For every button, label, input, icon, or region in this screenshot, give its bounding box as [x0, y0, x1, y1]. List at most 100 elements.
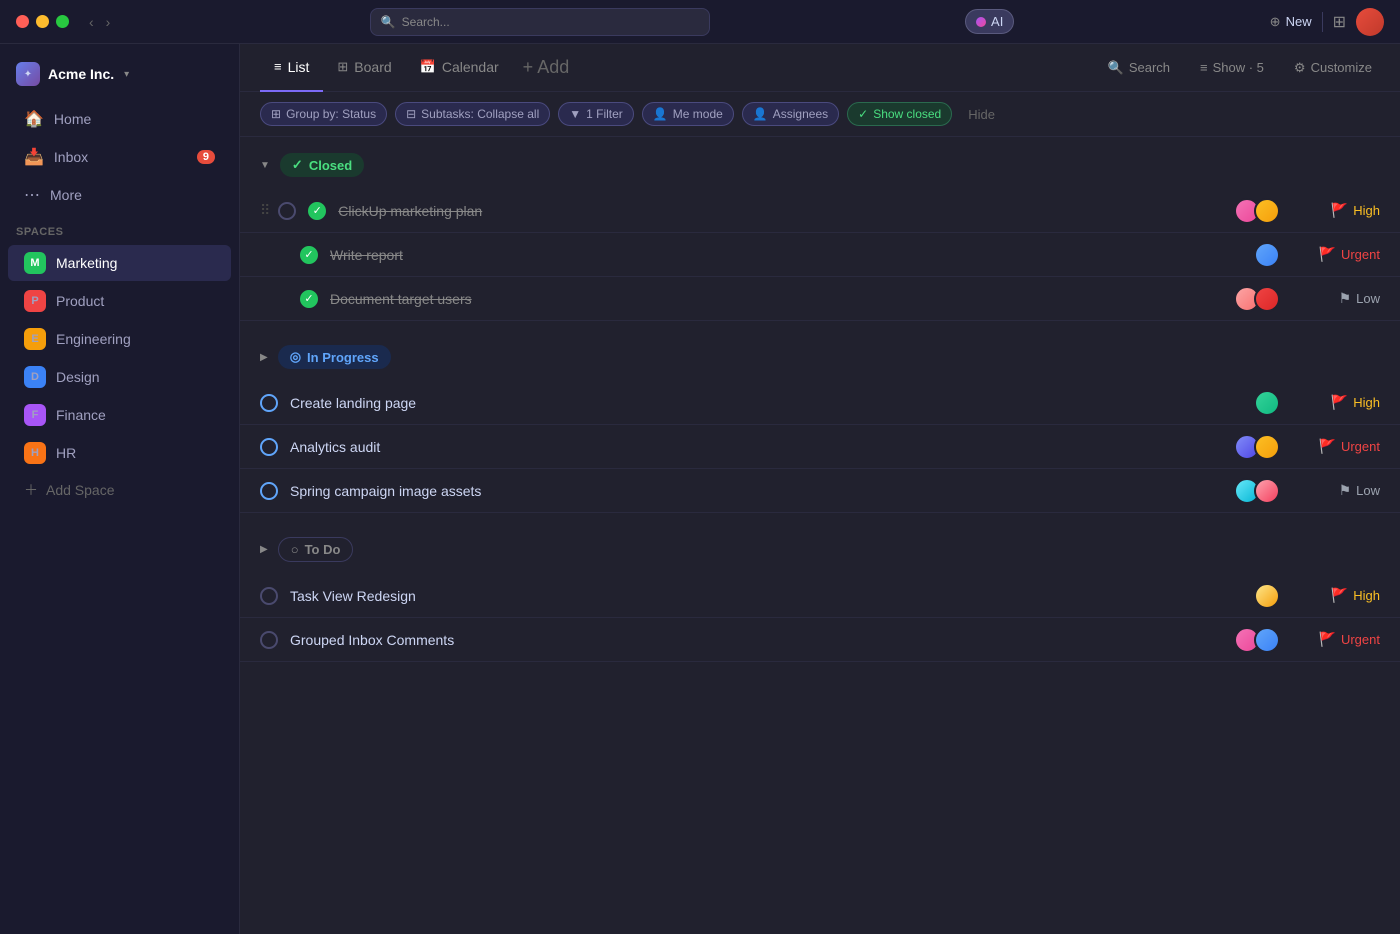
user-avatar[interactable] [1356, 8, 1384, 36]
task-status-in-progress[interactable] [260, 482, 278, 500]
filter-chip[interactable]: ▼ 1 Filter [558, 102, 634, 126]
filter-icon: ▼ [569, 107, 581, 121]
engineering-dot: E [24, 328, 46, 350]
workspace-header[interactable]: ✦ Acme Inc. ▾ [0, 56, 239, 100]
hide-button[interactable]: Hide [960, 103, 1003, 126]
subtasks-chip[interactable]: ⊟ Subtasks: Collapse all [395, 102, 550, 126]
workspace-name: Acme Inc. [48, 66, 114, 82]
table-row[interactable]: ✓ Document target users ⚑ Low [240, 277, 1400, 321]
sidebar-item-engineering[interactable]: E Engineering [8, 321, 231, 357]
closed-group-badge: ✓ Closed [280, 153, 364, 177]
fullscreen-button[interactable] [56, 15, 69, 28]
sidebar-item-design[interactable]: D Design [8, 359, 231, 395]
priority-flag-icon: 🚩 [1319, 631, 1336, 648]
table-row[interactable]: Analytics audit 🚩 Urgent [240, 425, 1400, 469]
table-row[interactable]: Spring campaign image assets ⚑ Low [240, 469, 1400, 513]
task-assignees [1254, 583, 1280, 609]
close-button[interactable] [16, 15, 29, 28]
customize-action-label: Customize [1311, 60, 1372, 75]
me-mode-chip[interactable]: 👤 Me mode [642, 102, 734, 126]
task-list: ▼ ✓ Closed ⠿ ✓ ClickUp marketing plan 🚩 [240, 137, 1400, 934]
subtasks-icon: ⊟ [406, 107, 416, 121]
customize-action-icon: ⚙ [1294, 60, 1306, 76]
task-name: Document target users [330, 291, 1234, 307]
grid-icon[interactable]: ⊞ [1333, 12, 1346, 32]
me-mode-label: Me mode [673, 107, 723, 121]
task-priority: 🚩 Urgent [1300, 246, 1380, 263]
priority-flag-icon: 🚩 [1319, 246, 1336, 263]
task-assignees [1234, 627, 1280, 653]
sidebar-item-hr[interactable]: H HR [8, 435, 231, 471]
assignees-icon: 👤 [753, 107, 768, 121]
table-row[interactable]: ✓ Write report 🚩 Urgent [240, 233, 1400, 277]
back-button[interactable]: ‹ [85, 12, 98, 32]
task-status-todo[interactable] [260, 631, 278, 649]
sidebar-item-finance[interactable]: F Finance [8, 397, 231, 433]
forward-button[interactable]: › [102, 12, 115, 32]
priority-flag-icon: ⚑ [1339, 482, 1352, 499]
calendar-tab-label: Calendar [442, 59, 499, 75]
design-dot: D [24, 366, 46, 388]
new-button[interactable]: ⊕ New [1270, 14, 1312, 30]
group-by-chip[interactable]: ⊞ Group by: Status [260, 102, 387, 126]
task-assignees [1234, 198, 1280, 224]
table-row[interactable]: Task View Redesign 🚩 High [240, 574, 1400, 618]
add-space-button[interactable]: ＋ Add Space [8, 473, 231, 507]
priority-flag-icon: 🚩 [1319, 438, 1336, 455]
sidebar-item-inbox[interactable]: 📥 Inbox 9 [8, 139, 231, 175]
search-bar[interactable]: 🔍 Search... [370, 8, 710, 36]
sidebar-item-home[interactable]: 🏠 Home [8, 101, 231, 137]
task-status-closed[interactable]: ✓ [308, 202, 326, 220]
task-priority: 🚩 High [1300, 202, 1380, 219]
priority-label: Urgent [1341, 439, 1380, 454]
task-priority: ⚑ Low [1300, 482, 1380, 499]
task-priority: ⚑ Low [1300, 290, 1380, 307]
spacer [240, 513, 1400, 521]
priority-flag-icon: 🚩 [1331, 394, 1348, 411]
task-status-closed[interactable]: ✓ [300, 290, 318, 308]
task-status-closed[interactable]: ✓ [300, 246, 318, 264]
priority-label: Urgent [1341, 632, 1380, 647]
show-closed-chip[interactable]: ✓ Show closed [847, 102, 952, 126]
task-status-in-progress[interactable] [260, 394, 278, 412]
task-status-todo[interactable] [260, 587, 278, 605]
todo-status-icon: ○ [291, 542, 299, 557]
tab-list[interactable]: ≡ List [260, 44, 323, 92]
tab-board[interactable]: ⊞ Board [323, 44, 405, 92]
task-name: Write report [330, 247, 1254, 263]
group-header-closed[interactable]: ▼ ✓ Closed [240, 137, 1400, 189]
sidebar-item-marketing[interactable]: M Marketing [8, 245, 231, 281]
finance-dot: F [24, 404, 46, 426]
in-progress-status-icon: ◎ [290, 349, 301, 365]
search-action-button[interactable]: 🔍 Search [1100, 56, 1178, 80]
todo-group-label: To Do [305, 542, 341, 557]
avatar [1254, 286, 1280, 312]
task-name: Analytics audit [290, 439, 1234, 455]
group-by-label: Group by: Status [286, 107, 376, 121]
home-icon: 🏠 [24, 109, 44, 129]
add-view-button[interactable]: + Add [513, 57, 580, 78]
search-action-label: Search [1129, 60, 1170, 75]
assignees-chip[interactable]: 👤 Assignees [742, 102, 839, 126]
task-select-checkbox[interactable] [278, 202, 296, 220]
assignees-label: Assignees [773, 107, 828, 121]
workspace-logo: ✦ [16, 62, 40, 86]
minimize-button[interactable] [36, 15, 49, 28]
divider [1322, 12, 1323, 32]
show-action-button[interactable]: ≡ Show · 5 [1192, 56, 1272, 79]
priority-flag-icon: 🚩 [1331, 587, 1348, 604]
group-header-in-progress[interactable]: ▶ ◎ In Progress [240, 329, 1400, 381]
table-row[interactable]: Grouped Inbox Comments 🚩 Urgent [240, 618, 1400, 662]
ai-button[interactable]: AI [965, 9, 1014, 34]
avatar [1254, 478, 1280, 504]
sidebar-item-more[interactable]: ⋯ More [8, 177, 231, 213]
task-assignees [1234, 434, 1280, 460]
ai-label: AI [991, 14, 1003, 29]
task-status-in-progress[interactable] [260, 438, 278, 456]
tab-calendar[interactable]: 📅 Calendar [406, 44, 513, 92]
sidebar-item-product[interactable]: P Product [8, 283, 231, 319]
table-row[interactable]: ⠿ ✓ ClickUp marketing plan 🚩 High [240, 189, 1400, 233]
group-header-todo[interactable]: ▶ ○ To Do [240, 521, 1400, 574]
table-row[interactable]: Create landing page 🚩 High [240, 381, 1400, 425]
customize-action-button[interactable]: ⚙ Customize [1286, 56, 1380, 80]
